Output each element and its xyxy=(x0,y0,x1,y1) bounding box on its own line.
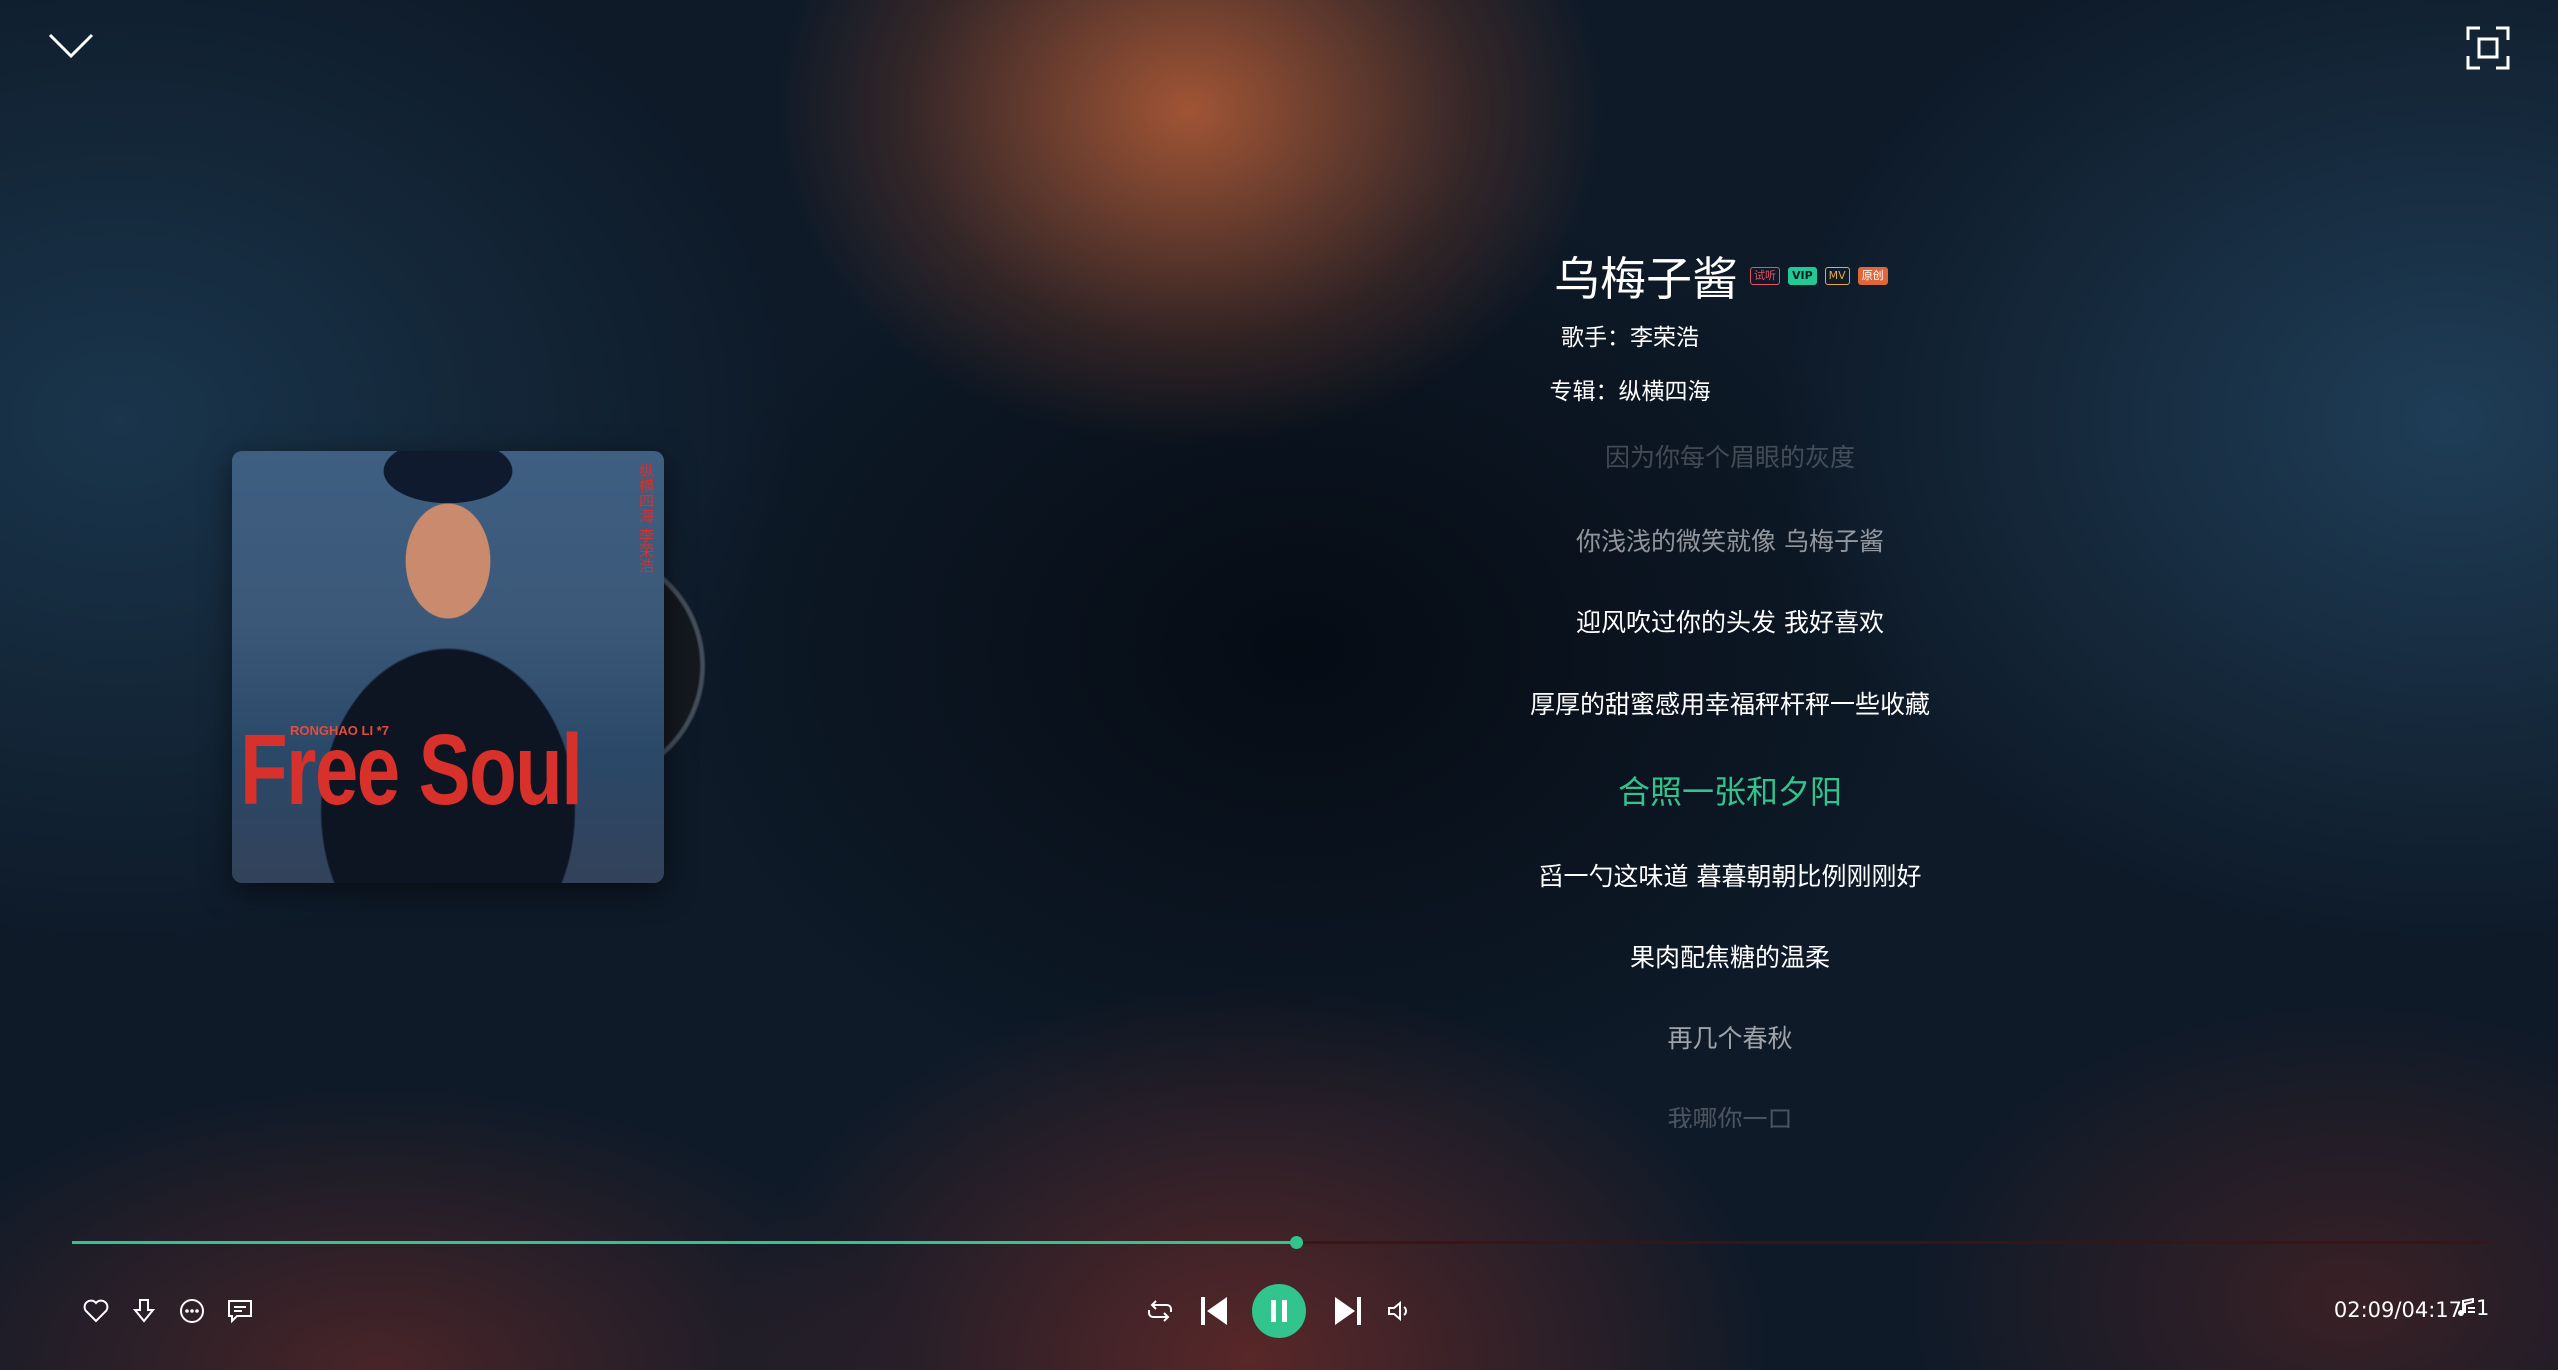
lyrics-panel[interactable]: 因为你每个眉眼的灰度 你浅浅的微笑就像 乌梅子酱 迎风吹过你的头发 我好喜欢 厚… xyxy=(1200,428,2260,1128)
heart-icon xyxy=(83,1299,109,1323)
download-button[interactable] xyxy=(127,1294,161,1328)
volume-button[interactable] xyxy=(1382,1294,1416,1328)
pause-button[interactable] xyxy=(1252,1284,1306,1338)
singer-line[interactable]: 歌手：李荣浩 xyxy=(1100,318,2160,352)
lyric-line: 你浅浅的微笑就像 乌梅子酱 xyxy=(1576,527,1884,556)
next-button[interactable] xyxy=(1330,1293,1366,1329)
mv-badge[interactable]: MV xyxy=(1824,267,1850,285)
album-art: 纵横四海 李荣浩 RONGHAO LI *7 Free Soul xyxy=(232,451,752,883)
pause-icon xyxy=(1271,1300,1287,1322)
fullscreen-icon xyxy=(2466,26,2510,70)
like-button[interactable] xyxy=(79,1294,113,1328)
previous-button[interactable] xyxy=(1196,1293,1232,1329)
previous-icon xyxy=(1201,1297,1227,1325)
download-icon xyxy=(132,1299,156,1323)
vip-badge: VIP xyxy=(1788,267,1817,285)
more-icon xyxy=(180,1299,204,1323)
playlist-button[interactable]: 1 xyxy=(2456,1296,2489,1320)
song-title: 乌梅子酱 xyxy=(1554,252,1738,306)
next-icon xyxy=(1335,1297,1361,1325)
more-button[interactable] xyxy=(175,1294,209,1328)
lyric-line: 迎风吹过你的头发 我好喜欢 xyxy=(1576,608,1884,637)
cover-title: Free Soul xyxy=(240,714,583,826)
playback-time: 02:09/04:17 xyxy=(2333,1298,2462,1322)
volume-icon xyxy=(1388,1300,1407,1322)
cover-side-text: 纵横四海 李荣浩 xyxy=(637,463,655,573)
playlist-icon xyxy=(2458,1298,2475,1316)
current-lyric-line: 合照一张和夕阳 xyxy=(1617,773,1842,811)
lyric-line: 厚厚的甜蜜感用幸福秤杆秤一些收藏 xyxy=(1529,690,1930,719)
song-title-row: 乌梅子酱 试听 VIP MV 原创 xyxy=(1554,246,1888,306)
trial-badge: 试听 xyxy=(1750,267,1780,285)
lyric-line: 舀一勺这味道 暮暮朝朝比例刚刚好 xyxy=(1538,862,1922,891)
chevron-down-icon xyxy=(48,33,94,59)
collapse-player-button[interactable] xyxy=(44,26,98,66)
album-cover: 纵横四海 李荣浩 RONGHAO LI *7 Free Soul xyxy=(232,451,664,883)
loop-icon xyxy=(1148,1300,1172,1322)
comment-icon xyxy=(228,1300,252,1323)
lyric-line: 我哪你一口 xyxy=(1667,1105,1793,1128)
progress-fill xyxy=(72,1241,1296,1244)
fullscreen-button[interactable] xyxy=(2464,24,2512,72)
progress-handle[interactable] xyxy=(1289,1236,1303,1249)
lyric-line: 果肉配焦糖的温柔 xyxy=(1629,943,1830,972)
progress-bar[interactable] xyxy=(72,1236,2490,1249)
original-badge: 原创 xyxy=(1857,267,1888,285)
playlist-count: 1 xyxy=(2476,1296,2490,1320)
comment-button[interactable] xyxy=(223,1294,257,1328)
loop-mode-button[interactable] xyxy=(1143,1294,1177,1328)
lyric-line: 因为你每个眉眼的灰度 xyxy=(1604,443,1855,472)
album-line[interactable]: 专辑：纵横四海 xyxy=(1100,372,2160,406)
lyric-line: 再几个春秋 xyxy=(1667,1024,1793,1053)
